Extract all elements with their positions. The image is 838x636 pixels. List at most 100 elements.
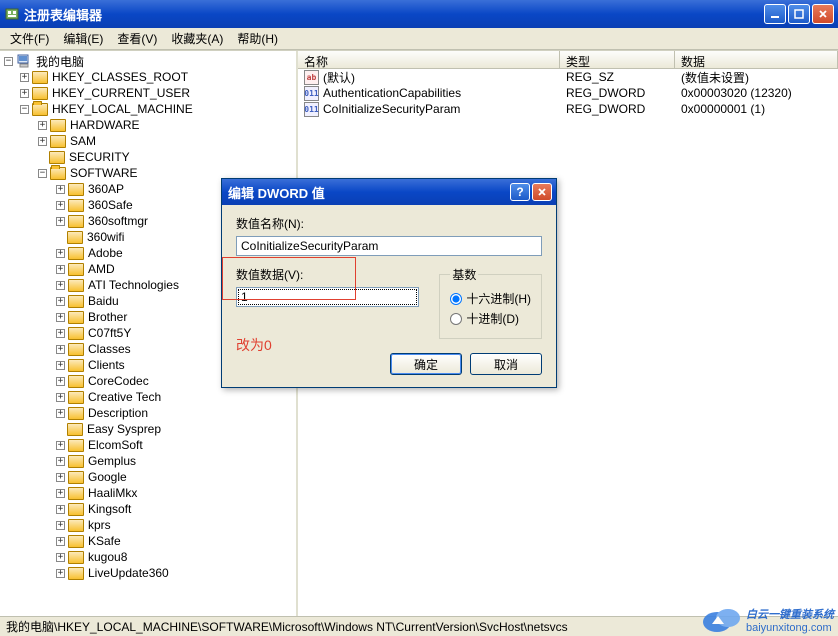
expand-icon[interactable]: + <box>56 569 65 578</box>
expand-icon[interactable]: + <box>56 249 65 258</box>
expand-icon[interactable]: + <box>56 297 65 306</box>
expand-icon[interactable]: + <box>56 537 65 546</box>
list-row[interactable]: 011CoInitializeSecurityParamREG_DWORD0x0… <box>298 101 838 117</box>
tree-item-label[interactable]: Creative Tech <box>88 390 161 404</box>
tree-item[interactable]: + Kingsoft <box>2 501 294 517</box>
tree-item-label[interactable]: Adobe <box>88 246 123 260</box>
tree-item-label[interactable]: Easy Sysprep <box>87 422 161 436</box>
tree-item-label[interactable]: 360wifi <box>87 230 124 244</box>
col-data[interactable]: 数据 <box>675 51 838 68</box>
expand-icon[interactable]: + <box>56 377 65 386</box>
expand-icon[interactable]: + <box>56 345 65 354</box>
tree-item-label[interactable]: Kingsoft <box>88 502 131 516</box>
expand-icon[interactable]: − <box>20 105 29 114</box>
tree-item-label[interactable]: Gemplus <box>88 454 136 468</box>
expand-icon[interactable]: + <box>56 329 65 338</box>
titlebar[interactable]: 注册表编辑器 <box>0 0 838 28</box>
ok-button[interactable]: 确定 <box>390 353 462 375</box>
tree-hkcr[interactable]: HKEY_CLASSES_ROOT <box>52 70 188 84</box>
tree-item[interactable]: + Google <box>2 469 294 485</box>
expand-icon[interactable]: + <box>56 505 65 514</box>
value-data-input[interactable] <box>236 287 419 307</box>
tree-item-label[interactable]: kugou8 <box>88 550 127 564</box>
expand-icon[interactable]: + <box>56 313 65 322</box>
tree-item-label[interactable]: LiveUpdate360 <box>88 566 169 580</box>
expand-icon[interactable]: − <box>38 169 47 178</box>
expand-icon[interactable]: + <box>38 121 47 130</box>
value-data: 0x00000001 (1) <box>675 102 838 116</box>
expand-icon[interactable]: + <box>56 185 65 194</box>
tree-item-label[interactable]: Baidu <box>88 294 119 308</box>
col-name[interactable]: 名称 <box>298 51 560 68</box>
expand-icon[interactable]: + <box>38 137 47 146</box>
value-name-input[interactable] <box>236 236 542 256</box>
dialog-help-button[interactable]: ? <box>510 183 530 201</box>
col-type[interactable]: 类型 <box>560 51 675 68</box>
tree-root[interactable]: 我的电脑 <box>36 53 84 70</box>
tree-item-label[interactable]: Classes <box>88 342 131 356</box>
tree-item[interactable]: + ElcomSoft <box>2 437 294 453</box>
tree-software[interactable]: SOFTWARE <box>70 166 138 180</box>
expand-icon[interactable]: + <box>56 457 65 466</box>
menu-help[interactable]: 帮助(H) <box>231 28 284 49</box>
tree-item-label[interactable]: Clients <box>88 358 125 372</box>
menu-edit[interactable]: 编辑(E) <box>57 28 109 49</box>
radio-hex[interactable] <box>450 293 462 305</box>
tree-item-label[interactable]: KSafe <box>88 534 121 548</box>
expand-icon[interactable]: + <box>56 393 65 402</box>
expand-icon[interactable]: + <box>56 201 65 210</box>
expand-icon[interactable]: + <box>56 473 65 482</box>
expand-icon[interactable]: + <box>56 521 65 530</box>
menu-fav[interactable]: 收藏夹(A) <box>165 28 229 49</box>
expand-icon[interactable]: + <box>20 73 29 82</box>
tree-item[interactable]: + kprs <box>2 517 294 533</box>
list-row[interactable]: ab(默认)REG_SZ(数值未设置) <box>298 69 838 85</box>
expand-icon[interactable]: + <box>56 489 65 498</box>
expand-icon[interactable]: + <box>56 553 65 562</box>
dialog-titlebar[interactable]: 编辑 DWORD 值 ? <box>222 179 556 205</box>
expand-icon[interactable]: + <box>56 217 65 226</box>
tree-item-label[interactable]: kprs <box>88 518 111 532</box>
maximize-button[interactable] <box>788 4 810 24</box>
tree-item[interactable]: + Description <box>2 405 294 421</box>
tree-item-label[interactable]: ElcomSoft <box>88 438 143 452</box>
tree-item-label[interactable]: 360softmgr <box>88 214 148 228</box>
expand-icon[interactable]: + <box>56 281 65 290</box>
expand-icon[interactable]: + <box>56 409 65 418</box>
dialog-close-button[interactable] <box>532 183 552 201</box>
tree-item-label[interactable]: 360AP <box>88 182 124 196</box>
tree-item-label[interactable]: HaaliMkx <box>88 486 137 500</box>
tree-item-label[interactable]: C07ft5Y <box>88 326 131 340</box>
tree-item-label[interactable]: 360Safe <box>88 198 133 212</box>
cancel-button[interactable]: 取消 <box>470 353 542 375</box>
expand-icon[interactable]: + <box>56 361 65 370</box>
tree-sam[interactable]: SAM <box>70 134 96 148</box>
tree-item[interactable]: + KSafe <box>2 533 294 549</box>
tree-hklm[interactable]: HKEY_LOCAL_MACHINE <box>52 102 193 116</box>
list-row[interactable]: 011AuthenticationCapabilitiesREG_DWORD0x… <box>298 85 838 101</box>
menu-file[interactable]: 文件(F) <box>4 28 55 49</box>
tree-item-label[interactable]: CoreCodec <box>88 374 149 388</box>
tree-item[interactable]: Easy Sysprep <box>2 421 294 437</box>
tree-item-label[interactable]: AMD <box>88 262 115 276</box>
expand-icon[interactable]: + <box>56 441 65 450</box>
tree-item-label[interactable]: ATI Technologies <box>88 278 179 292</box>
tree-item[interactable]: + HaaliMkx <box>2 485 294 501</box>
tree-item-label[interactable]: Brother <box>88 310 127 324</box>
tree-item-label[interactable]: Google <box>88 470 127 484</box>
menu-view[interactable]: 查看(V) <box>111 28 163 49</box>
tree-item[interactable]: + Gemplus <box>2 453 294 469</box>
tree-item[interactable]: + kugou8 <box>2 549 294 565</box>
tree-security[interactable]: SECURITY <box>69 150 130 164</box>
expand-icon[interactable]: − <box>4 57 13 66</box>
radio-dec[interactable] <box>450 313 462 325</box>
close-button[interactable] <box>812 4 834 24</box>
tree-hardware[interactable]: HARDWARE <box>70 118 140 132</box>
minimize-button[interactable] <box>764 4 786 24</box>
tree-item[interactable]: + LiveUpdate360 <box>2 565 294 581</box>
tree-item[interactable]: + Creative Tech <box>2 389 294 405</box>
tree-hkcu[interactable]: HKEY_CURRENT_USER <box>52 86 190 100</box>
expand-icon[interactable]: + <box>56 265 65 274</box>
tree-item-label[interactable]: Description <box>88 406 148 420</box>
expand-icon[interactable]: + <box>20 89 29 98</box>
